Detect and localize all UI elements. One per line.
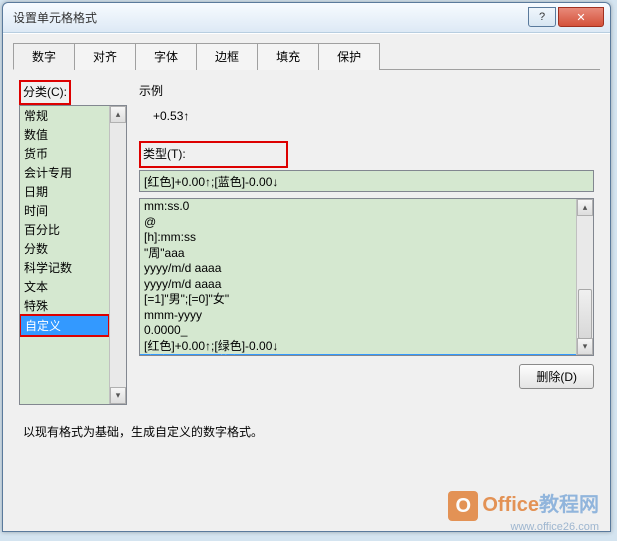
highlight-type-label: 类型(T):	[139, 141, 288, 168]
list-item[interactable]: yyyy/m/d aaaa	[140, 261, 593, 277]
tab-border[interactable]: 边框	[196, 43, 258, 70]
list-item[interactable]: mmm-yyyy	[140, 308, 593, 324]
format-listbox[interactable]: mm:ss.0 @ [h]:mm:ss "周"aaa yyyy/m/d aaaa…	[139, 198, 594, 356]
type-label: 类型(T):	[143, 145, 186, 162]
highlight-category-label: 分类(C):	[19, 80, 71, 105]
list-item[interactable]: [h]:mm:ss	[140, 230, 593, 246]
tab-number[interactable]: 数字	[13, 43, 75, 70]
list-item[interactable]: [红色]+0.00↑;[绿色]-0.00↓	[140, 339, 593, 355]
scrollbar[interactable]: ▴ ▾	[576, 199, 593, 355]
category-listbox[interactable]: 常规 数值 货币 会计专用 日期 时间 百分比 分数 科学记数 文本 特殊 自定…	[19, 105, 127, 405]
tab-strip: 数字 对齐 字体 边框 填充 保护	[13, 42, 600, 70]
window-buttons: ? ✕	[528, 8, 610, 27]
tab-fill[interactable]: 填充	[257, 43, 319, 70]
delete-button[interactable]: 删除(D)	[519, 364, 594, 389]
list-item[interactable]: [=1]"男";[=0]"女"	[140, 292, 593, 308]
titlebar[interactable]: 设置单元格格式 ? ✕	[3, 3, 610, 33]
scroll-down-icon[interactable]: ▾	[577, 338, 593, 355]
example-value: +0.53↑	[139, 99, 594, 137]
list-item[interactable]: @	[140, 215, 593, 231]
tab-alignment[interactable]: 对齐	[74, 43, 136, 70]
client-area: 数字 对齐 字体 边框 填充 保护 分类(C): 常规 数值 货币	[3, 33, 610, 531]
list-item-selected[interactable]: [红色]+0.00↑;[蓝色]-0.00↓	[140, 354, 576, 356]
list-item[interactable]: "周"aaa	[140, 246, 593, 262]
category-label: 分类(C):	[23, 83, 67, 100]
close-button[interactable]: ✕	[558, 7, 604, 27]
scrollbar[interactable]: ▴ ▾	[109, 106, 126, 404]
scroll-down-icon[interactable]: ▾	[110, 387, 126, 404]
tab-protection[interactable]: 保护	[318, 43, 380, 70]
scroll-up-icon[interactable]: ▴	[577, 199, 593, 216]
list-item-custom[interactable]: 自定义	[19, 314, 110, 337]
window-title: 设置单元格格式	[3, 9, 528, 26]
list-item[interactable]: mm:ss.0	[140, 199, 593, 215]
scroll-up-icon[interactable]: ▴	[110, 106, 126, 123]
list-item[interactable]: 0.0000_	[140, 323, 593, 339]
help-button[interactable]: ?	[528, 7, 556, 27]
hint-text: 以现有格式为基础，生成自定义的数字格式。	[19, 423, 594, 440]
tab-body: 分类(C): 常规 数值 货币 会计专用 日期 时间 百分比 分数 科学记数	[13, 70, 600, 446]
type-input[interactable]	[139, 170, 594, 192]
example-label: 示例	[139, 82, 594, 99]
format-cells-dialog: 设置单元格格式 ? ✕ 数字 对齐 字体 边框 填充 保护 分类(C):	[2, 2, 611, 532]
scroll-thumb[interactable]	[578, 289, 592, 339]
tab-font[interactable]: 字体	[135, 43, 197, 70]
list-item[interactable]: yyyy/m/d aaaa	[140, 277, 593, 293]
